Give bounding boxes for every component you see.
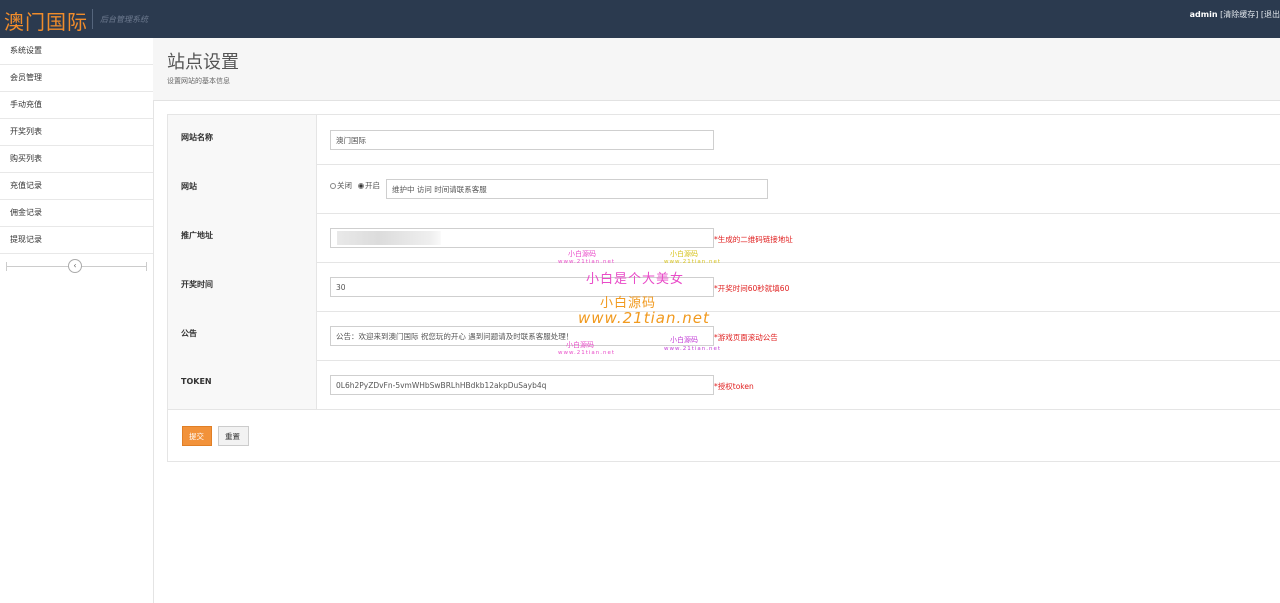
settings-form: 网站名称 澳门国际 网站 关闭 开启 维护中 访问 时间请联系客服 推广地址 *… (167, 114, 1280, 462)
page-header: 站点设置 设置网站的基本信息 (153, 38, 1280, 101)
draw-time-input[interactable]: 30 (330, 277, 714, 297)
sidebar-collapse-row: ‹ (0, 254, 153, 280)
sidebar: 系统设置 会员管理 手动充值 开奖列表 购买列表 充值记录 佣金记录 提现记录 … (0, 38, 154, 603)
sidebar-item-system-settings[interactable]: 系统设置 (0, 38, 153, 65)
user-area: admin [清除缓存] [退出 (1190, 9, 1280, 20)
sidebar-item-manual-recharge[interactable]: 手动充值 (0, 92, 153, 119)
radio-close[interactable]: 关闭 (330, 180, 352, 191)
token-hint: *授权token (714, 382, 754, 391)
token-input[interactable]: 0L6h2PyZDvFn-5vmWHbSwBRLhHBdkb12akpDuSay… (330, 375, 714, 395)
form-label-cell: 网站名称 (168, 115, 317, 164)
form-label-cell: 开奖时间 (168, 262, 317, 311)
promo-url-hint: *生成的二维码链接地址 (714, 235, 793, 244)
form-label-cell: 网站 (168, 164, 317, 213)
form-label-cell: TOKEN (168, 360, 317, 409)
submit-button[interactable]: 提交 (182, 426, 212, 446)
form-label-cell: 推广地址 (168, 213, 317, 262)
draw-time-hint: *开奖时间60秒就填60 (714, 284, 790, 293)
radio-close-label: 关闭 (337, 181, 352, 190)
sidebar-item-draw-list[interactable]: 开奖列表 (0, 119, 153, 146)
radio-open-label: 开启 (365, 181, 380, 190)
form-label-cell: 公告 (168, 311, 317, 360)
page-subtitle: 设置网站的基本信息 (167, 77, 230, 85)
form-row-site-name: 网站名称 澳门国际 (168, 115, 1280, 165)
form-row-draw-time: 开奖时间 30 *开奖时间60秒就填60 (168, 262, 1280, 312)
redacted-value (337, 231, 441, 245)
promo-url-input[interactable] (330, 228, 714, 248)
site-status-label: 网站 (181, 182, 197, 191)
notice-label: 公告 (181, 329, 197, 338)
sidebar-item-withdraw-records[interactable]: 提现记录 (0, 227, 153, 254)
logout-link[interactable]: [退出 (1261, 10, 1280, 19)
top-header: 澳门国际 后台管理系统 admin [清除缓存] [退出 (0, 0, 1280, 38)
sidebar-item-members[interactable]: 会员管理 (0, 65, 153, 92)
form-row-site-status: 网站 关闭 开启 维护中 访问 时间请联系客服 (168, 164, 1280, 214)
reset-button[interactable]: 重置 (218, 426, 249, 446)
chevron-left-icon[interactable]: ‹ (68, 259, 82, 273)
draw-time-label: 开奖时间 (181, 280, 213, 289)
form-row-notice: 公告 公告：欢迎来到澳门国际 祝您玩的开心 遇到问题请及时联系客服处理！ *游戏… (168, 311, 1280, 361)
form-row-promo-url: 推广地址 *生成的二维码链接地址 (168, 213, 1280, 263)
brand-logo[interactable]: 澳门国际 (4, 6, 88, 35)
radio-open[interactable]: 开启 (358, 180, 380, 191)
brand-subtitle: 后台管理系统 (100, 15, 148, 24)
site-name-input[interactable]: 澳门国际 (330, 130, 714, 150)
clear-cache-link[interactable]: [清除缓存] (1220, 10, 1258, 19)
notice-input[interactable]: 公告：欢迎来到澳门国际 祝您玩的开心 遇到问题请及时联系客服处理！ (330, 326, 714, 346)
username[interactable]: admin (1190, 10, 1218, 19)
sidebar-item-purchase-list[interactable]: 购买列表 (0, 146, 153, 173)
notice-hint: *游戏页面滚动公告 (714, 333, 778, 342)
site-name-label: 网站名称 (181, 133, 213, 142)
token-label: TOKEN (181, 377, 212, 386)
brand-divider (92, 9, 93, 29)
sidebar-item-recharge-records[interactable]: 充值记录 (0, 173, 153, 200)
radio-checked-icon (358, 183, 364, 189)
promo-url-label: 推广地址 (181, 231, 213, 240)
radio-circle-icon (330, 183, 336, 189)
page-title: 站点设置 (167, 52, 239, 73)
maintenance-message-input[interactable]: 维护中 访问 时间请联系客服 (386, 179, 768, 199)
form-row-token: TOKEN 0L6h2PyZDvFn-5vmWHbSwBRLhHBdkb12ak… (168, 360, 1280, 410)
sidebar-item-commission-records[interactable]: 佣金记录 (0, 200, 153, 227)
